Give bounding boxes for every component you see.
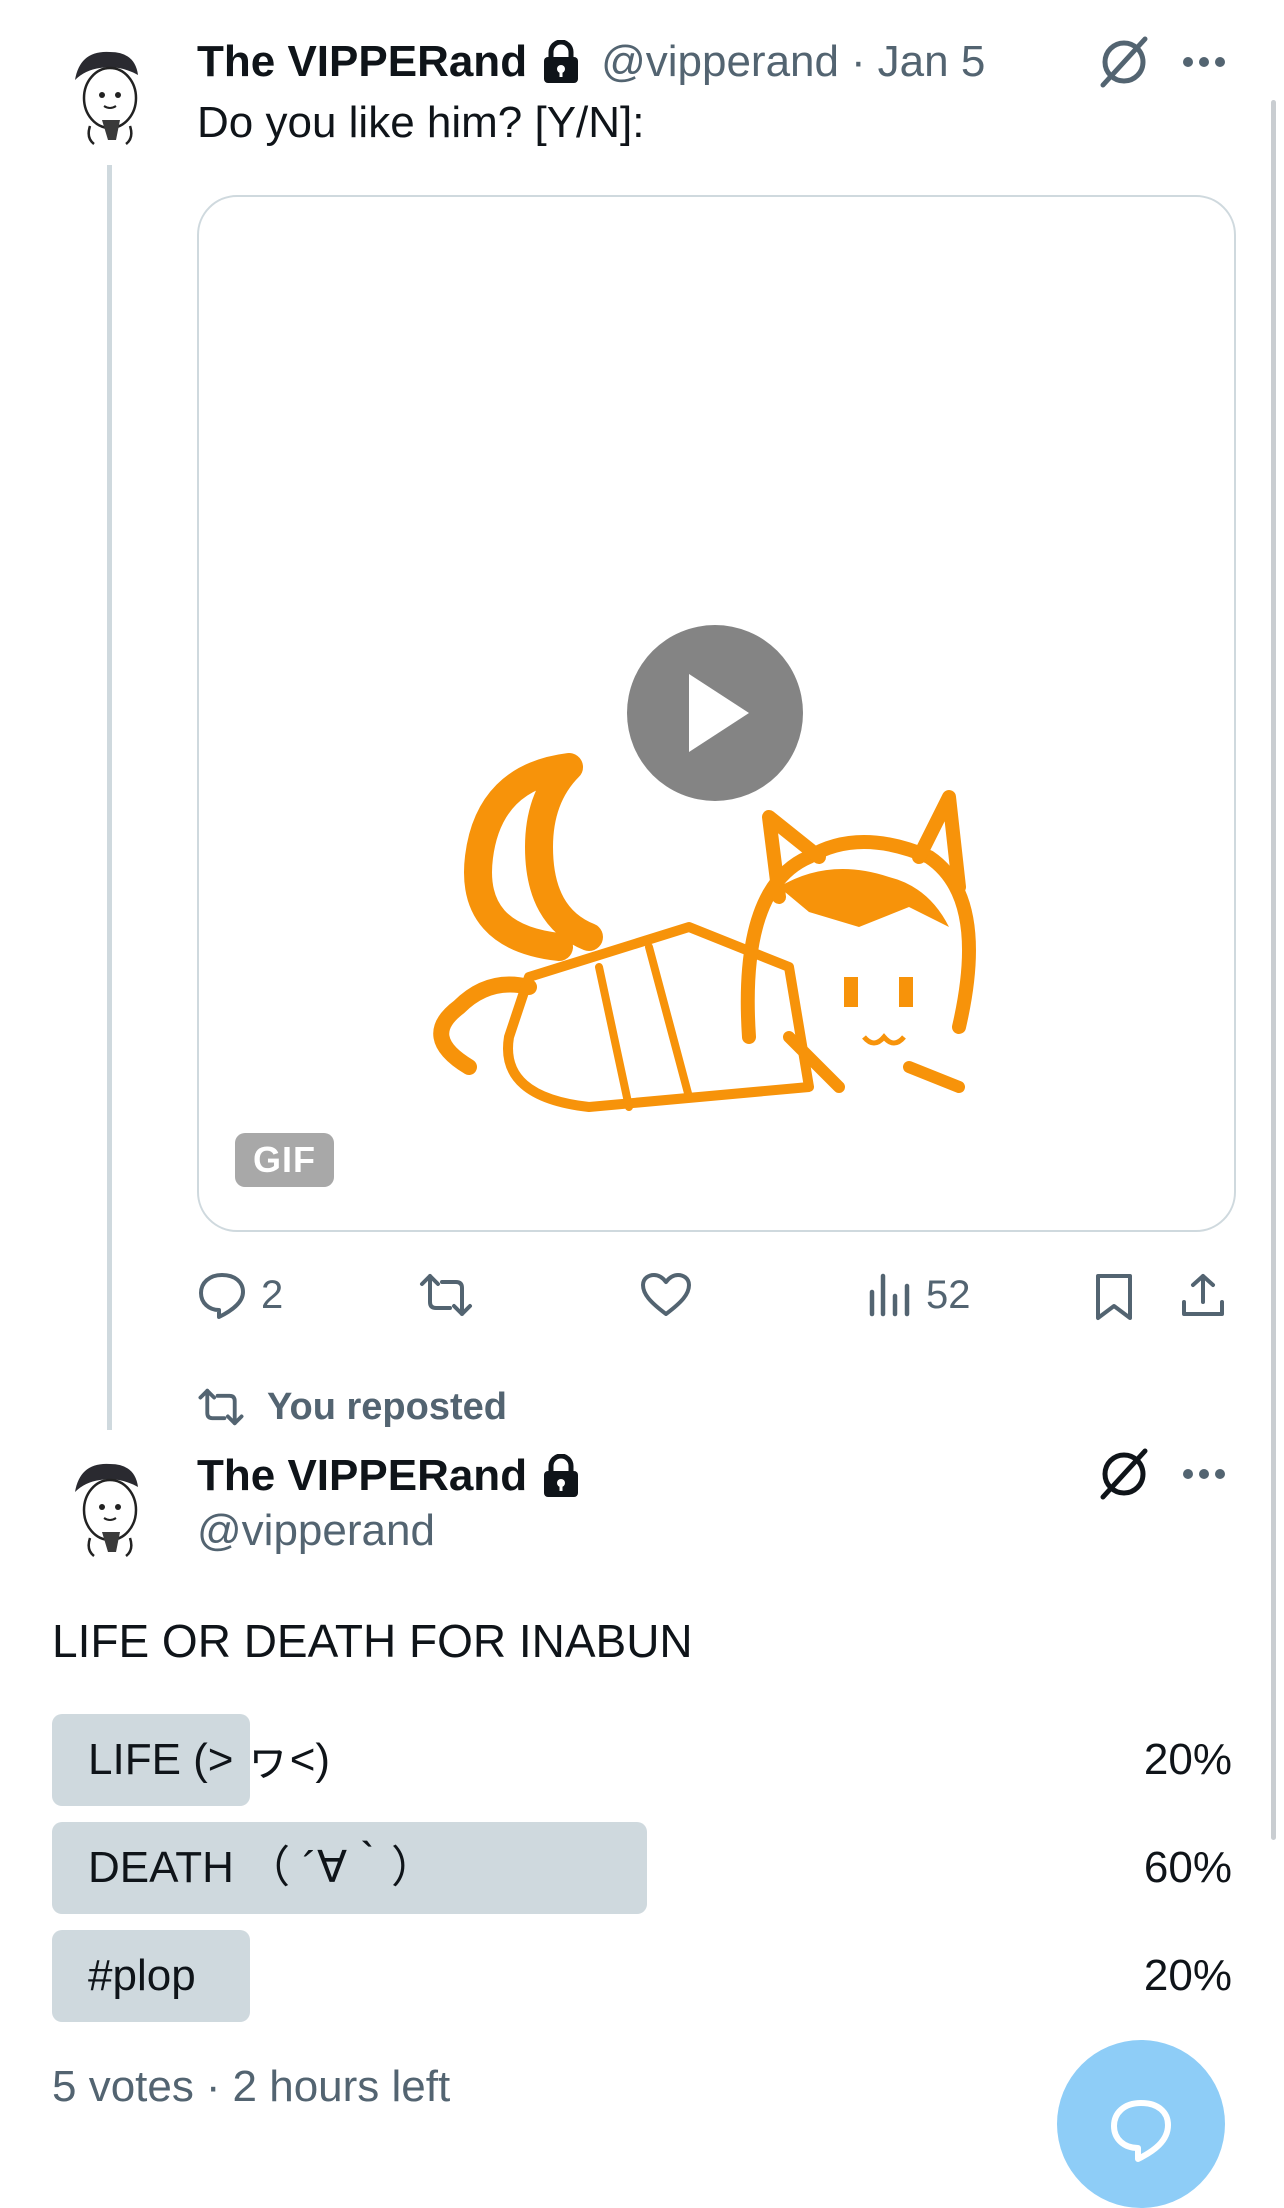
poll-option-label: DEATH （ ´∀｀）: [88, 1843, 436, 1892]
repost-notice: You reposted: [197, 1382, 507, 1432]
retweet-icon: [420, 1274, 472, 1316]
author-name[interactable]: The VIPPERand: [197, 37, 527, 87]
grok-icon[interactable]: [1095, 1445, 1153, 1508]
views-button[interactable]: 52: [868, 1272, 971, 1318]
compose-button[interactable]: [1057, 2040, 1225, 2208]
poll-option-label: LIFE (˃ ヮ˂): [88, 1735, 331, 1784]
poll-option-label: #plop: [88, 1951, 196, 2000]
share-button[interactable]: [1180, 1272, 1226, 1318]
poll-votes: 5 votes: [52, 2062, 194, 2111]
thread-connector: [107, 165, 112, 1430]
repost-label[interactable]: You reposted: [267, 1386, 507, 1429]
more-icon[interactable]: [1180, 50, 1228, 79]
grok-icon[interactable]: [1095, 33, 1153, 96]
tweet-header: The VIPPERand @vipperand · Jan 5: [197, 32, 985, 92]
retweet-button[interactable]: [418, 1272, 474, 1318]
compose-icon: [1111, 2100, 1171, 2162]
reply-button[interactable]: 2: [197, 1270, 283, 1320]
gif-media[interactable]: GIF: [197, 195, 1236, 1232]
poll-option[interactable]: DEATH （ ´∀｀） 60%: [52, 1822, 1232, 1914]
poll-option[interactable]: #plop 20%: [52, 1930, 1232, 2022]
poll-option-percent: 20%: [1143, 1735, 1232, 1784]
views-icon: [869, 1273, 910, 1317]
avatar-image: [75, 51, 138, 145]
tweet-text: LIFE OR DEATH FOR INABUN: [52, 1615, 693, 1667]
play-button[interactable]: [627, 625, 803, 801]
views-count: 52: [926, 1272, 971, 1317]
lock-icon: [541, 1454, 581, 1498]
gif-cat-image: [433, 753, 976, 1112]
poll-option-percent: 60%: [1143, 1843, 1232, 1892]
poll-option-percent: 20%: [1143, 1951, 1232, 2000]
poll-time-left: 2 hours left: [232, 2062, 451, 2111]
separator: ·: [205, 2062, 221, 2111]
reply-count: 2: [261, 1272, 284, 1317]
reply-icon: [199, 1273, 245, 1319]
avatar-image: [75, 1463, 138, 1557]
tweet-header: The VIPPERand: [197, 1446, 581, 1506]
avatar[interactable]: [50, 40, 164, 154]
share-icon: [1182, 1274, 1224, 1316]
lock-icon: [541, 40, 581, 84]
bookmark-icon: [1096, 1274, 1132, 1320]
gif-badge: GIF: [235, 1133, 334, 1187]
author-handle[interactable]: @vipperand: [197, 1506, 435, 1556]
avatar[interactable]: [50, 1452, 164, 1566]
play-icon: [689, 674, 749, 752]
author-handle[interactable]: @vipperand: [601, 37, 839, 87]
like-icon: [641, 1273, 691, 1316]
like-button[interactable]: [640, 1272, 692, 1318]
poll-option[interactable]: LIFE (˃ ヮ˂) 20%: [52, 1714, 1232, 1806]
scrollbar[interactable]: [1271, 100, 1276, 1840]
tweet-date[interactable]: Jan 5: [878, 37, 986, 87]
bookmark-button[interactable]: [1093, 1272, 1135, 1322]
author-name[interactable]: The VIPPERand: [197, 1451, 527, 1501]
separator: ·: [851, 37, 866, 86]
poll-footer: 5 votes · 2 hours left: [52, 2062, 450, 2112]
more-icon[interactable]: [1180, 1462, 1228, 1491]
retweet-icon: [198, 1388, 244, 1426]
tweet-text: Do you like him? [Y/N]:: [197, 98, 645, 147]
